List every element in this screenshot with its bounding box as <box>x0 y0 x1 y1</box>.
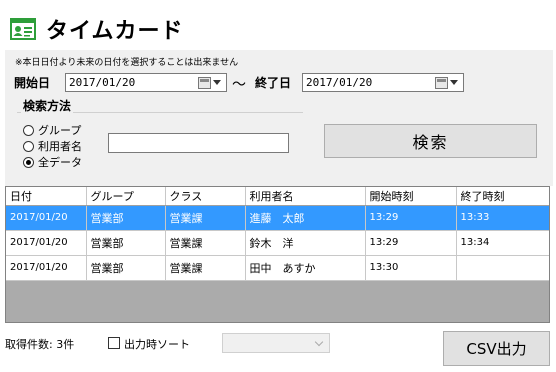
calendar-icon[interactable] <box>198 76 211 89</box>
cell-end-time: 13:34 <box>456 230 549 256</box>
radio-button-selected[interactable] <box>23 156 34 168</box>
radio-all-data-option[interactable]: 全データ <box>23 154 82 170</box>
radio-group-option[interactable]: グループ <box>23 122 81 138</box>
column-header-date[interactable]: 日付 <box>6 187 87 206</box>
cell-end-time <box>456 255 549 281</box>
timecard-table[interactable]: 日付 グループ クラス 利用者名 開始時刻 終了時刻 2017/01/20 営業… <box>5 186 550 323</box>
radio-label: グループ <box>38 124 82 137</box>
cell-group: 営業部 <box>86 205 166 231</box>
cell-date: 2017/01/20 <box>6 205 87 231</box>
cell-class: 営業課 <box>165 255 246 281</box>
output-sort-checkbox[interactable] <box>108 337 120 349</box>
start-date-label: 開始日 <box>14 76 51 90</box>
start-date-value: 2017/01/20 <box>69 76 136 89</box>
column-header-username[interactable]: 利用者名 <box>245 187 366 206</box>
cell-date: 2017/01/20 <box>6 230 87 256</box>
radio-button[interactable] <box>23 140 34 152</box>
table-row[interactable]: 2017/01/20 営業部 営業課 田中 あすか 13:30 <box>6 255 549 281</box>
cell-start-time: 13:30 <box>365 255 457 281</box>
cell-group: 営業部 <box>86 230 166 256</box>
cell-start-time: 13:29 <box>365 230 457 256</box>
radio-label: 利用者名 <box>38 140 82 153</box>
cell-username: 田中 あすか <box>245 255 366 281</box>
column-header-start-time[interactable]: 開始時刻 <box>365 187 457 206</box>
radio-button[interactable] <box>23 124 34 136</box>
cell-username: 鈴木 洋 <box>245 230 366 256</box>
page-title: タイムカード <box>46 19 184 44</box>
filter-panel: ※本日日付より未来の日付を選択することは出来ません 開始日 2017/01/20… <box>5 50 553 186</box>
cell-date: 2017/01/20 <box>6 255 87 281</box>
table-row[interactable]: 2017/01/20 営業部 営業課 鈴木 洋 13:29 13:34 <box>6 230 549 256</box>
sort-order-dropdown[interactable] <box>222 333 330 353</box>
end-date-value: 2017/01/20 <box>306 76 373 89</box>
record-count: 取得件数: 3件 <box>5 338 75 351</box>
table-row[interactable]: 2017/01/20 営業部 営業課 進藤 太郎 13:29 13:33 <box>6 205 549 231</box>
title-bar: タイムカード <box>10 14 184 44</box>
username-input[interactable] <box>108 133 289 153</box>
search-button[interactable]: 検索 <box>324 124 537 158</box>
column-header-end-time[interactable]: 終了時刻 <box>456 187 549 206</box>
cell-class: 営業課 <box>165 205 246 231</box>
chevron-down-icon <box>314 337 324 346</box>
timecard-id-icon <box>10 18 36 40</box>
dropdown-arrow-icon[interactable] <box>450 80 458 85</box>
table-header-row: 日付 グループ クラス 利用者名 開始時刻 終了時刻 <box>6 187 549 206</box>
cell-start-time: 13:29 <box>365 205 457 231</box>
cell-username: 進藤 太郎 <box>245 205 366 231</box>
output-sort-label: 出力時ソート <box>124 338 190 351</box>
search-method-legend: 検索方法 <box>21 97 74 114</box>
column-header-class[interactable]: クラス <box>165 187 246 206</box>
radio-label: 全データ <box>38 156 82 169</box>
csv-export-button[interactable]: CSV出力 <box>443 331 550 366</box>
calendar-icon[interactable] <box>435 76 448 89</box>
cell-class: 営業課 <box>165 230 246 256</box>
end-date-picker[interactable]: 2017/01/20 <box>302 73 464 92</box>
radio-username-option[interactable]: 利用者名 <box>23 138 82 154</box>
start-date-picker[interactable]: 2017/01/20 <box>65 73 227 92</box>
cell-end-time: 13:33 <box>456 205 549 231</box>
cell-group: 営業部 <box>86 255 166 281</box>
date-note: ※本日日付より未来の日付を選択することは出来ません <box>15 58 239 68</box>
dropdown-arrow-icon[interactable] <box>213 80 221 85</box>
range-tilde: ～ <box>232 77 246 93</box>
column-header-group[interactable]: グループ <box>86 187 166 206</box>
end-date-label: 終了日 <box>255 76 292 90</box>
